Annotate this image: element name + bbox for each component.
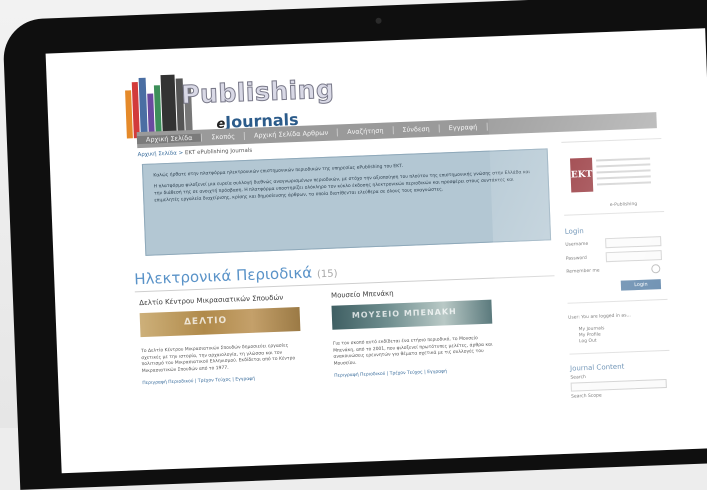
journal-banner-text: ΔΕΛΤΙΟ: [183, 315, 228, 328]
nav-item-articles[interactable]: Αρχική Σελίδα Αρθρων: [244, 128, 339, 140]
nav-item-register[interactable]: Εγγραφή: [439, 122, 488, 133]
password-row: Password: [566, 250, 666, 264]
publisher-logo-lines: [596, 157, 652, 189]
journal-banner[interactable]: ΜΟΥΣΕΙΟ ΜΠΕΝΑΚΗ: [331, 299, 493, 330]
journal-link-current-issue[interactable]: Τρέχον Τεύχος: [198, 378, 231, 384]
browser-screen: Publishing eJournals Αρχική Σελίδα Σκοπό…: [45, 28, 707, 474]
camera-icon: [375, 17, 382, 24]
journal-link-current-issue[interactable]: Τρέχον Τεύχος: [390, 371, 423, 377]
nav-item-search[interactable]: Αναζήτηση: [338, 126, 394, 137]
right-sidebar: ΕΚΤ e-Publishing Login Username Password…: [561, 137, 671, 400]
journal-description: Το Δελτίο Κέντρου Μικρασιατικών Σπουδών …: [141, 343, 296, 374]
laptop-bezel: Publishing eJournals Αρχική Σελίδα Σκοπό…: [2, 0, 707, 490]
user-menu: My Journals My Profile Log Out: [568, 324, 669, 346]
nav-item-home[interactable]: Αρχική Σελίδα: [136, 133, 203, 145]
journal-links: Περιγραφή Περιοδικού | Τρέχον Τεύχος | Ε…: [142, 377, 256, 387]
login-title: Login: [564, 227, 584, 236]
username-input[interactable]: [605, 236, 662, 249]
section-count: (15): [316, 268, 338, 281]
username-row: Username: [565, 236, 665, 250]
login-button[interactable]: Login: [620, 279, 662, 291]
journal-card: Δελτίο Κέντρου Μικρασιατικών Σπουδών ΔΕΛ…: [139, 293, 302, 386]
journal-title[interactable]: Δελτίο Κέντρου Μικρασιατικών Σπουδών: [139, 293, 299, 308]
sidebar-divider: [569, 349, 670, 355]
logo-title: Publishing: [180, 74, 335, 110]
journal-link-register[interactable]: Εγγραφή: [427, 370, 447, 376]
nav-item-login[interactable]: Σύνδεση: [393, 124, 440, 135]
password-label: Password: [565, 255, 587, 262]
remember-label: Remember me: [566, 268, 600, 275]
publisher-label: e-Publishing: [609, 201, 638, 209]
journal-banner[interactable]: ΔΕΛΤΙΟ: [139, 307, 301, 338]
password-input[interactable]: [605, 250, 662, 263]
publisher-logo[interactable]: ΕΚΤ: [570, 157, 594, 193]
nav-item-about[interactable]: Σκοπός: [202, 131, 246, 142]
journal-description: Για τον σκοπό αυτό εκδίδεται ένα ετήσιο …: [332, 336, 493, 367]
remember-checkbox[interactable]: [651, 264, 661, 274]
journal-link-register[interactable]: Εγγραφή: [235, 377, 255, 383]
journal-banner-text: ΜΟΥΣΕΙΟ ΜΠΕΝΑΚΗ: [351, 306, 457, 320]
intro-box: Καλώς ήρθατε στην πλατφόρμα ηλεκτρονικών…: [141, 148, 552, 256]
breadcrumb-current: ΕΚΤ ePublishing Journals: [184, 147, 253, 157]
journal-title[interactable]: Μουσείο Μπενάκη: [331, 286, 491, 299]
sidebar-divider: [567, 298, 668, 304]
sidebar-divider: [561, 137, 662, 143]
user-status-text: User: You are logged in as...: [568, 313, 631, 321]
journal-link-description[interactable]: Περιγραφή Περιοδικού: [334, 372, 385, 379]
username-label: Username: [565, 241, 589, 248]
journal-search-input[interactable]: [570, 378, 667, 392]
breadcrumb-home[interactable]: Αρχική Σελίδα: [137, 151, 177, 159]
breadcrumb: Αρχική Σελίδα > ΕΚΤ ePublishing Journals: [137, 147, 253, 159]
journal-link-description[interactable]: Περιγραφή Περιοδικού: [142, 380, 193, 387]
journal-card: Μουσείο Μπενάκη ΜΟΥΣΕΙΟ ΜΠΕΝΑΚΗ Για τον …: [331, 286, 494, 379]
journal-content-title: Journal Content: [569, 362, 625, 373]
publisher-block: ΕΚΤ e-Publishing: [562, 149, 664, 215]
remember-row: Remember me: [566, 264, 666, 277]
journal-scope-label: Search Scope: [571, 393, 602, 400]
journal-links: Περιγραφή Περιοδικού | Τρέχον Τεύχος | Ε…: [334, 369, 448, 380]
